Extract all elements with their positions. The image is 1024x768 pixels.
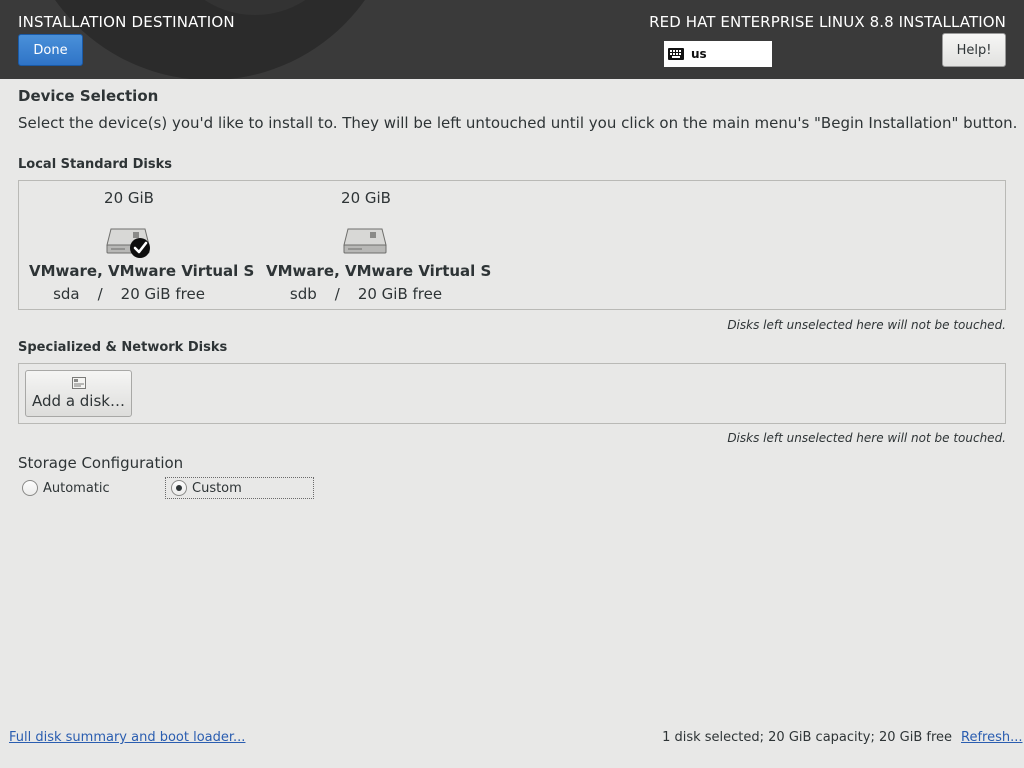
- radio-label: Custom: [192, 480, 242, 496]
- disk-capacity: 20 GiB: [341, 189, 391, 207]
- specialized-disks-note: Disks left unselected here will not be t…: [727, 431, 1006, 445]
- local-disks-note: Disks left unselected here will not be t…: [727, 318, 1006, 332]
- help-button[interactable]: Help!: [942, 33, 1006, 67]
- selection-status: 1 disk selected; 20 GiB capacity; 20 GiB…: [662, 730, 952, 745]
- disk-separator: /: [334, 285, 340, 303]
- disk-separator: /: [97, 285, 103, 303]
- radio-button[interactable]: [22, 480, 38, 496]
- radio-automatic[interactable]: Automatic: [22, 477, 110, 499]
- full-disk-summary-link[interactable]: Full disk summary and boot loader...: [9, 730, 245, 745]
- disk-info: sdb / 20 GiB free: [266, 285, 466, 303]
- hard-disk-icon: [343, 228, 387, 254]
- specialized-disks-panel: Add a disk…: [18, 363, 1006, 424]
- add-disk-icon: [72, 377, 86, 389]
- disk-free: 20 GiB free: [120, 285, 205, 303]
- product-title: RED HAT ENTERPRISE LINUX 8.8 INSTALLATIO…: [649, 13, 1006, 31]
- disk-free: 20 GiB free: [357, 285, 443, 303]
- add-disk-label: Add a disk…: [32, 392, 125, 410]
- radio-button-checked[interactable]: [171, 480, 187, 496]
- disk-model: VMware, VMware Virtual S: [29, 262, 255, 280]
- local-disks-panel: 20 GiB VMware, VMware Virtual S sda/20 G…: [18, 180, 1006, 310]
- disk-model: VMware, VMware Virtual S: [266, 262, 492, 280]
- device-selection-title: Device Selection: [18, 87, 159, 105]
- disk-capacity: 20 GiB: [104, 189, 154, 207]
- keyboard-icon: [668, 48, 684, 60]
- refresh-link[interactable]: Refresh...: [961, 730, 1023, 745]
- disk-device: sdb: [289, 285, 317, 303]
- keyboard-layout-label: us: [691, 47, 707, 61]
- disk-info: sda / 20 GiB free: [29, 285, 229, 303]
- disk-sda[interactable]: 20 GiB VMware, VMware Virtual S sda / 20 G…: [29, 181, 255, 309]
- disk-sdb[interactable]: 20 GiB VMware, VMware Virtual S sdb / 20 G…: [266, 181, 492, 309]
- add-disk-button[interactable]: Add a disk…: [25, 370, 132, 417]
- device-selection-intro: Select the device(s) you'd like to insta…: [18, 114, 1018, 132]
- hard-disk-icon: [106, 228, 150, 258]
- done-button[interactable]: Done: [18, 34, 83, 66]
- radio-label: Automatic: [43, 480, 110, 496]
- page-title: INSTALLATION DESTINATION: [18, 13, 235, 31]
- radio-custom[interactable]: Custom: [165, 477, 314, 499]
- header-bar: INSTALLATION DESTINATION Done RED HAT EN…: [0, 0, 1024, 79]
- storage-configuration-title: Storage Configuration: [18, 454, 184, 472]
- disk-device: sda: [53, 285, 80, 303]
- keyboard-layout-indicator[interactable]: us: [664, 41, 772, 67]
- specialized-disks-label: Specialized & Network Disks: [18, 340, 228, 355]
- local-disks-label: Local Standard Disks: [18, 157, 172, 172]
